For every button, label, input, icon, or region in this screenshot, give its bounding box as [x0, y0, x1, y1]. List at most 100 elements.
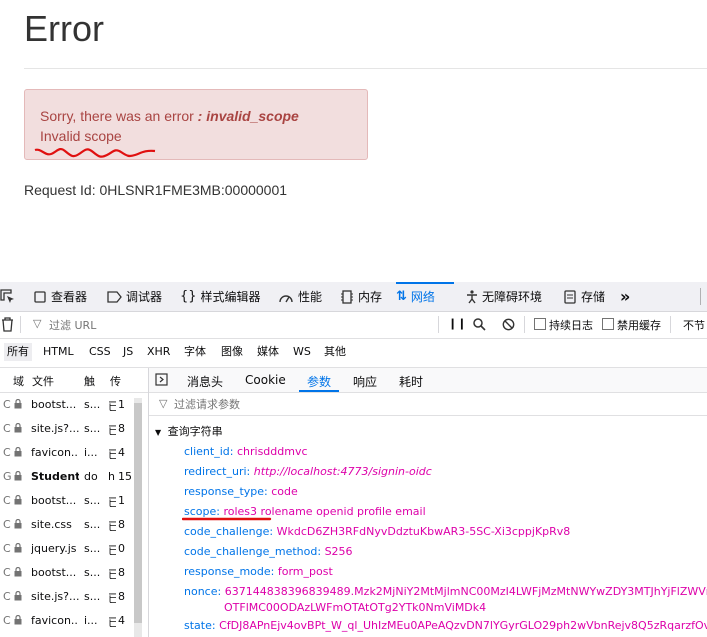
alert-separator: : — [193, 108, 207, 124]
tab-network[interactable]: ⇅ 网络 — [396, 282, 454, 311]
accessibility-icon — [467, 289, 477, 303]
request-marker: C — [3, 446, 11, 459]
tab-performance[interactable]: 性能 — [278, 282, 322, 311]
table-row[interactable]: Cjquery.js s... 已0 — [0, 537, 148, 560]
request-size: 1 — [118, 398, 125, 411]
request-marker: C — [3, 614, 11, 627]
param-row[interactable]: nonce: 637144838396839489.Mzk2MjNiY2MtMj… — [184, 585, 707, 614]
table-row[interactable]: Cbootst... s... 已8 — [0, 561, 148, 584]
request-type: h — [108, 470, 115, 483]
tab-accessibility[interactable]: 无障碍环境 — [466, 282, 542, 311]
lock-icon — [14, 615, 22, 625]
toolbar-divider — [670, 316, 671, 333]
param-key: code_challenge_method: — [184, 545, 322, 558]
tab-response[interactable]: 响应 — [353, 373, 377, 390]
filter-other[interactable]: 其他 — [321, 343, 349, 361]
filter-images[interactable]: 图像 — [218, 343, 246, 361]
param-row[interactable]: response_type: code — [184, 485, 298, 498]
param-row[interactable]: response_mode: form_post — [184, 565, 333, 578]
filter-js[interactable]: JS — [120, 343, 136, 361]
param-row[interactable]: state: CfDJ8APnEjv4ovBPt_W_ql_UhIzMEu0AP… — [184, 619, 707, 632]
params-filter: ▽ — [149, 393, 707, 416]
param-key: client_id: — [184, 445, 234, 458]
filter-all[interactable]: 所有 — [4, 343, 32, 361]
table-row[interactable]: Cfavicon... i... 已4 — [0, 609, 148, 632]
toolbar-divider — [700, 288, 701, 305]
trash-icon[interactable] — [1, 317, 14, 332]
request-cause: s... — [84, 566, 101, 579]
block-icon[interactable] — [502, 318, 515, 331]
tab-memory-label: 内存 — [358, 290, 383, 304]
request-list-scrollbar[interactable] — [134, 398, 142, 637]
params-filter-input[interactable] — [172, 395, 476, 414]
param-row[interactable]: client_id: chrisdddmvc — [184, 445, 308, 458]
element-picker-button[interactable] — [0, 282, 16, 311]
tab-headers[interactable]: 消息头 — [187, 373, 223, 390]
tab-timings[interactable]: 耗时 — [399, 373, 423, 390]
filter-icon: ▽ — [33, 317, 42, 330]
tab-params[interactable]: 参数 — [307, 373, 331, 390]
pause-icon[interactable]: ❙❙ — [448, 317, 466, 330]
request-id: Request Id: 0HLSNR1FME3MB:00000001 — [24, 182, 288, 198]
tab-storage-label: 存储 — [581, 290, 606, 304]
filter-css[interactable]: CSS — [86, 343, 114, 361]
column-type[interactable]: 传 — [110, 373, 121, 389]
filter-icon: ▽ — [159, 397, 168, 410]
param-row[interactable]: code_challenge_method: S256 — [184, 545, 353, 558]
column-cause[interactable]: 触 — [84, 373, 95, 389]
toolbar-divider — [20, 316, 21, 333]
table-row[interactable]: Cfavicon... i... 已4 — [0, 441, 148, 464]
tab-style-editor[interactable]: {} 样式编辑器 — [180, 282, 261, 311]
url-filter-input[interactable] — [47, 315, 431, 335]
column-file[interactable]: 文件 — [32, 373, 54, 389]
query-string-section[interactable]: ▼ 查询字符串 — [155, 423, 223, 439]
filter-html[interactable]: HTML — [40, 343, 77, 361]
page-title: Error — [24, 8, 104, 49]
request-type: 已 — [108, 542, 116, 558]
request-cause: s... — [84, 518, 101, 531]
sidebar-toggle-icon[interactable] — [155, 373, 168, 386]
table-row[interactable]: Cbootst... s... 已1 — [0, 393, 148, 416]
lock-icon — [14, 543, 22, 553]
tab-inspector[interactable]: 查看器 — [33, 282, 87, 311]
lock-icon — [14, 495, 22, 505]
table-row[interactable]: G Student doh15 1 — [0, 465, 148, 488]
filter-fonts[interactable]: 字体 — [181, 343, 209, 361]
request-type: 已 — [108, 614, 116, 630]
table-row[interactable]: Cbootst... s... 已1 — [0, 489, 148, 512]
request-marker: C — [3, 494, 11, 507]
toolbar-divider — [524, 316, 525, 333]
caret-down-icon: ▼ — [155, 428, 162, 437]
tab-cookie[interactable]: Cookie — [245, 373, 286, 387]
param-row[interactable]: code_challenge: WkdcD6ZH3RFdNyvDdztuKbwA… — [184, 525, 570, 538]
request-cause: i... — [84, 614, 98, 627]
search-icon[interactable] — [473, 318, 486, 331]
param-key: response_type: — [184, 485, 268, 498]
column-domain[interactable]: 域 — [13, 373, 24, 389]
table-row[interactable]: Csite.js?... s... 已8 — [0, 585, 148, 608]
tab-debugger[interactable]: 调试器 — [106, 282, 162, 311]
tab-style-editor-label: 样式编辑器 — [200, 290, 261, 304]
request-size: 8 — [118, 590, 125, 603]
lock-icon — [14, 519, 22, 529]
table-row[interactable]: Csite.css s... 已8 — [0, 513, 148, 536]
filter-ws[interactable]: WS — [290, 343, 314, 361]
request-size: 4 — [118, 614, 125, 627]
table-row[interactable]: GCreatedoh3.6 2 — [0, 633, 148, 637]
scrollbar-thumb[interactable] — [134, 403, 142, 623]
request-marker: G — [3, 470, 12, 483]
persist-logs-checkbox[interactable] — [534, 318, 546, 330]
details-tabs: 消息头 Cookie 参数 响应 耗时 — [149, 368, 707, 393]
filter-media[interactable]: 媒体 — [254, 343, 282, 361]
tab-memory[interactable]: 内存 — [340, 282, 382, 311]
filter-xhr[interactable]: XHR — [144, 343, 173, 361]
request-details: 消息头 Cookie 参数 响应 耗时 ▽ ▼ 查询字符串 client_id:… — [149, 368, 707, 637]
tab-storage[interactable]: 存储 — [563, 282, 605, 311]
disable-cache-checkbox[interactable] — [602, 318, 614, 330]
table-row[interactable]: Csite.js?... s... 已8 — [0, 417, 148, 440]
more-tabs-button[interactable]: » — [620, 282, 630, 311]
param-row[interactable]: redirect_uri: http://localhost:4773/sign… — [184, 465, 432, 478]
request-marker: C — [3, 566, 11, 579]
throttle-dropdown[interactable]: 不节 — [683, 317, 705, 333]
request-marker: C — [3, 542, 11, 555]
